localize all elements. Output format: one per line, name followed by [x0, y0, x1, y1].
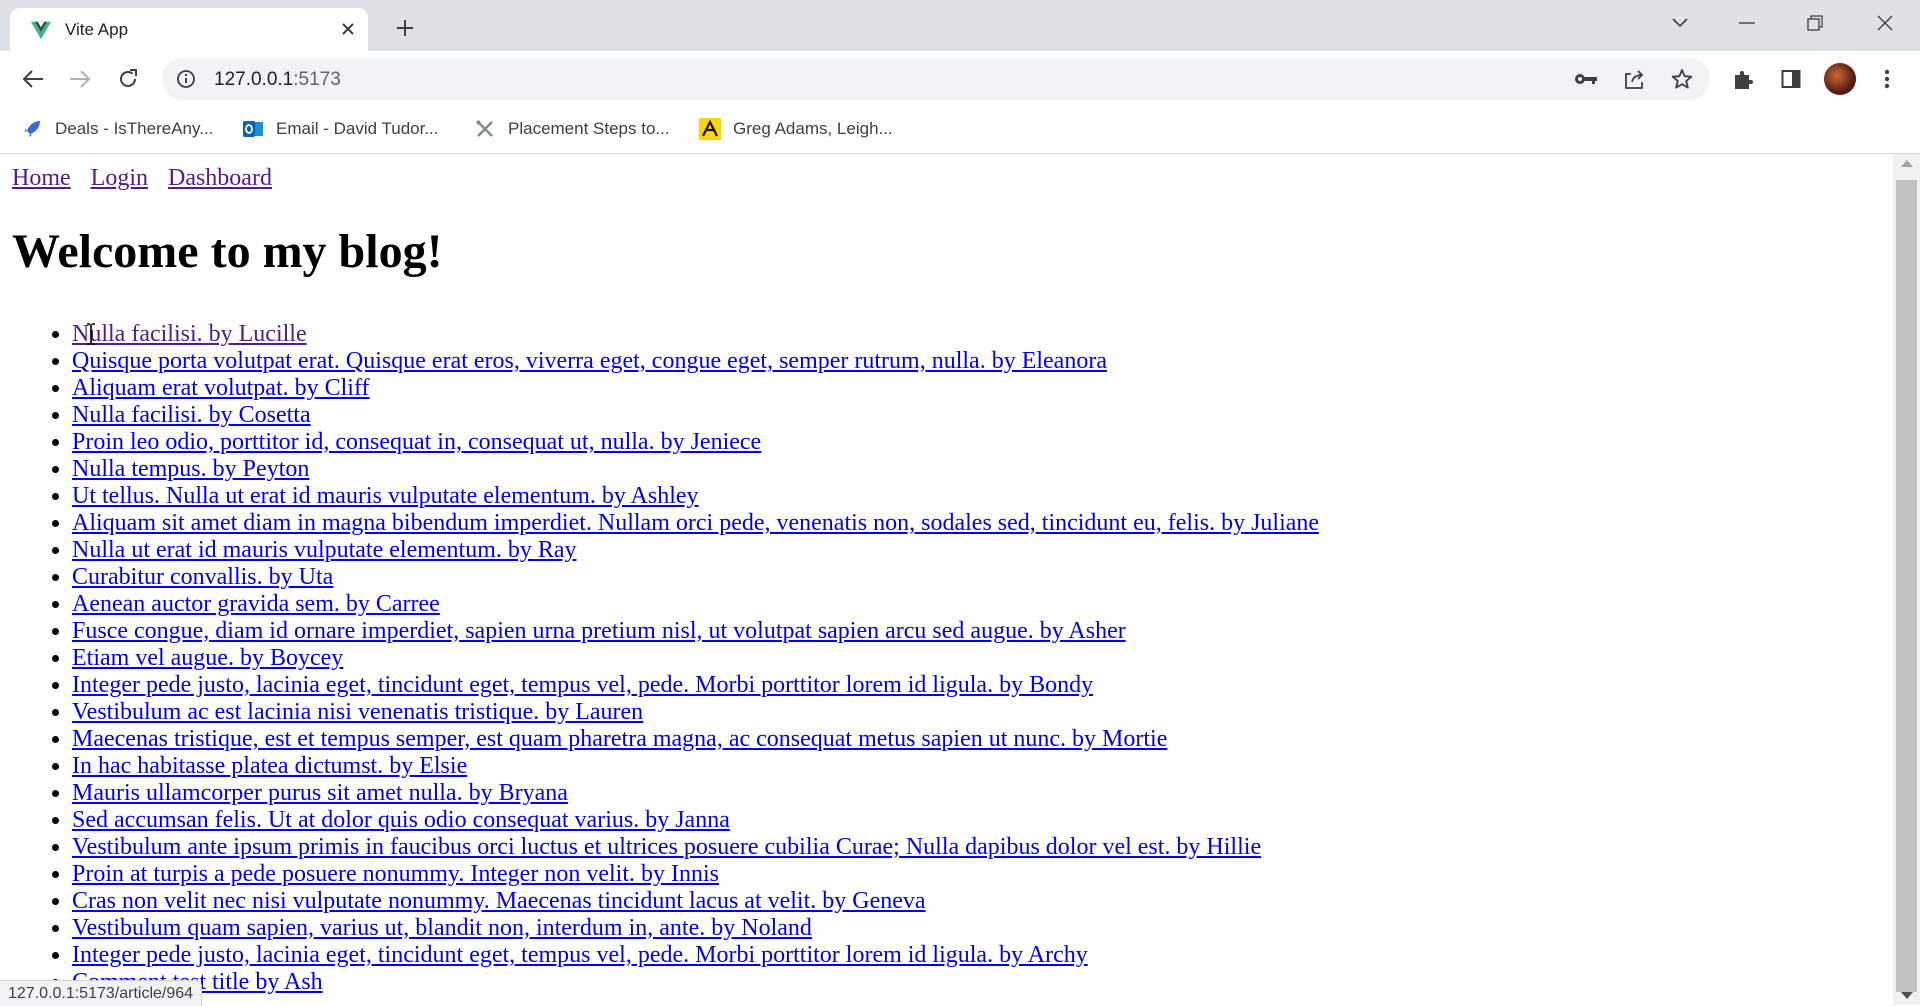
list-item: Nulla facilisi. by Cosetta [72, 402, 1319, 429]
list-item: Aliquam erat volutpat. by Cliff [72, 375, 1319, 402]
article-link[interactable]: Nulla tempus. by Peyton [72, 456, 309, 482]
bookmark-label: Placement Steps to... [508, 119, 670, 138]
article-link[interactable]: Etiam vel augue. by Boycey [72, 645, 343, 671]
list-item: Maecenas tristique, est et tempus semper… [72, 726, 1319, 753]
nav-link-home[interactable]: Home [12, 165, 71, 191]
tab-title: Vite App [65, 20, 129, 39]
article-link[interactable]: Integer pede justo, lacinia eget, tincid… [72, 942, 1088, 968]
scrollbar-thumb[interactable] [1896, 180, 1917, 992]
bookmark-label: Greg Adams, Leigh... [733, 119, 893, 138]
tools-icon [474, 118, 496, 140]
reload-icon[interactable] [111, 62, 145, 96]
list-item: Ut tellus. Nulla ut erat id mauris vulpu… [72, 483, 1319, 510]
article-link[interactable]: Vestibulum ante ipsum primis in faucibus… [72, 834, 1261, 860]
nav-link-login[interactable]: Login [91, 165, 148, 191]
close-tab-icon[interactable] [336, 17, 360, 41]
side-panel-icon[interactable] [1778, 66, 1804, 92]
list-item: Vestibulum quam sapien, varius ut, bland… [72, 915, 1319, 942]
site-nav: Home Login Dashboard [12, 165, 286, 192]
article-link[interactable]: Ut tellus. Nulla ut erat id mauris vulpu… [72, 483, 699, 509]
article-link[interactable]: Curabitur convallis. by Uta [72, 564, 333, 590]
browser-toolbar: 127.0.0.1:5173 [0, 51, 1920, 106]
list-item: Nulla facilisi. by Lucille [72, 321, 1319, 348]
article-link[interactable]: Nulla facilisi. by Lucille [72, 321, 307, 347]
article-link[interactable]: Integer pede justo, lacinia eget, tincid… [72, 672, 1093, 698]
list-item: Etiam vel augue. by Boycey [72, 645, 1319, 672]
list-item: Sed accumsan felis. Ut at dolor quis odi… [72, 807, 1319, 834]
back-arrow-icon[interactable] [16, 62, 50, 96]
bookmark-email[interactable]: Email - David Tudor... [242, 115, 439, 143]
list-item: Mauris ullamcorper purus sit amet nulla.… [72, 780, 1319, 807]
list-item: Vestibulum ante ipsum primis in faucibus… [72, 834, 1319, 861]
article-link[interactable]: Mauris ullamcorper purus sit amet nulla.… [72, 780, 568, 806]
article-link[interactable]: Aliquam erat volutpat. by Cliff [72, 375, 370, 401]
bookmark-label: Email - David Tudor... [276, 119, 439, 138]
list-item: Curabitur convallis. by Uta [72, 564, 1319, 591]
list-item: Integer pede justo, lacinia eget, tincid… [72, 942, 1319, 969]
list-item: Aenean auctor gravida sem. by Carree [72, 591, 1319, 618]
bookmarks-bar: Deals - IsThereAny... Email - David Tudo… [0, 106, 1920, 154]
list-item: Proin leo odio, porttitor id, consequat … [72, 429, 1319, 456]
bookmark-label: Deals - IsThereAny... [55, 119, 214, 138]
tab-search-chevron-icon[interactable] [1660, 8, 1700, 38]
key-icon[interactable] [1574, 67, 1598, 91]
more-menu-icon[interactable] [1874, 66, 1900, 92]
nav-link-dashboard[interactable]: Dashboard [168, 165, 272, 191]
extensions-puzzle-icon[interactable] [1730, 66, 1756, 92]
scroll-up-arrow-icon[interactable] [1901, 160, 1913, 167]
article-link[interactable]: Aliquam sit amet diam in magna bibendum … [72, 510, 1319, 536]
list-item: Vestibulum ac est lacinia nisi venenatis… [72, 699, 1319, 726]
article-link[interactable]: Maecenas tristique, est et tempus semper… [72, 726, 1167, 752]
list-item: Fusce congue, diam id ornare imperdiet, … [72, 618, 1319, 645]
article-link[interactable]: Vestibulum ac est lacinia nisi venenatis… [72, 699, 643, 725]
list-item: Quisque porta volutpat erat. Quisque era… [72, 348, 1319, 375]
scroll-down-arrow-icon[interactable] [1901, 992, 1913, 999]
close-window-icon[interactable] [1865, 8, 1905, 38]
new-tab-icon[interactable] [390, 13, 420, 43]
site-info-icon[interactable] [176, 69, 196, 89]
article-link[interactable]: Aenean auctor gravida sem. by Carree [72, 591, 440, 617]
list-item: Cras non velit nec nisi vulputate nonumm… [72, 888, 1319, 915]
bookmark-star-icon[interactable] [1670, 67, 1694, 91]
tab-strip: Vite App [0, 0, 1920, 51]
yellow-pages-icon [699, 118, 721, 140]
article-link[interactable]: Fusce congue, diam id ornare imperdiet, … [72, 618, 1126, 644]
article-link[interactable]: In hac habitasse platea dictumst. by Els… [72, 753, 467, 779]
article-link[interactable]: Nulla ut erat id mauris vulputate elemen… [72, 537, 577, 563]
rocket-icon [21, 118, 43, 140]
restore-window-icon[interactable] [1795, 8, 1835, 38]
vertical-scrollbar[interactable] [1893, 154, 1920, 1005]
vite-logo-icon [30, 21, 52, 40]
article-list: Nulla facilisi. by Lucille Quisque porta… [0, 321, 1319, 996]
page-viewport: Home Login Dashboard Welcome to my blog!… [0, 154, 1893, 1005]
address-bar[interactable]: 127.0.0.1:5173 [162, 58, 1710, 100]
article-link[interactable]: Cras non velit nec nisi vulputate nonumm… [72, 888, 926, 914]
list-item: Comment test title by Ash [72, 969, 1319, 996]
bookmark-greg-adams[interactable]: Greg Adams, Leigh... [699, 115, 893, 143]
article-link[interactable]: Sed accumsan felis. Ut at dolor quis odi… [72, 807, 730, 833]
list-item: Integer pede justo, lacinia eget, tincid… [72, 672, 1319, 699]
list-item: In hac habitasse platea dictumst. by Els… [72, 753, 1319, 780]
text-cursor-icon [87, 323, 95, 345]
link-status-bar: 127.0.0.1:5173/article/964 [0, 980, 203, 1006]
outlook-icon [242, 118, 264, 140]
article-link[interactable]: Proin at turpis a pede posuere nonummy. … [72, 861, 719, 887]
bookmark-placement-steps[interactable]: Placement Steps to... [474, 115, 670, 143]
article-link[interactable]: Nulla facilisi. by Cosetta [72, 402, 311, 428]
list-item: Nulla tempus. by Peyton [72, 456, 1319, 483]
article-link[interactable]: Proin leo odio, porttitor id, consequat … [72, 429, 761, 455]
list-item: Proin at turpis a pede posuere nonummy. … [72, 861, 1319, 888]
page-title: Welcome to my blog! [12, 225, 443, 278]
article-link[interactable]: Vestibulum quam sapien, varius ut, bland… [72, 915, 812, 941]
address-url: 127.0.0.1:5173 [214, 69, 341, 90]
share-icon[interactable] [1622, 67, 1646, 91]
active-tab[interactable]: Vite App [10, 8, 368, 51]
bookmark-deals[interactable]: Deals - IsThereAny... [21, 115, 213, 143]
list-item: Aliquam sit amet diam in magna bibendum … [72, 510, 1319, 537]
forward-arrow-icon[interactable] [63, 62, 97, 96]
profile-avatar[interactable] [1824, 63, 1856, 95]
list-item: Nulla ut erat id mauris vulputate elemen… [72, 537, 1319, 564]
minimize-icon[interactable] [1727, 8, 1767, 38]
article-link[interactable]: Quisque porta volutpat erat. Quisque era… [72, 348, 1107, 374]
